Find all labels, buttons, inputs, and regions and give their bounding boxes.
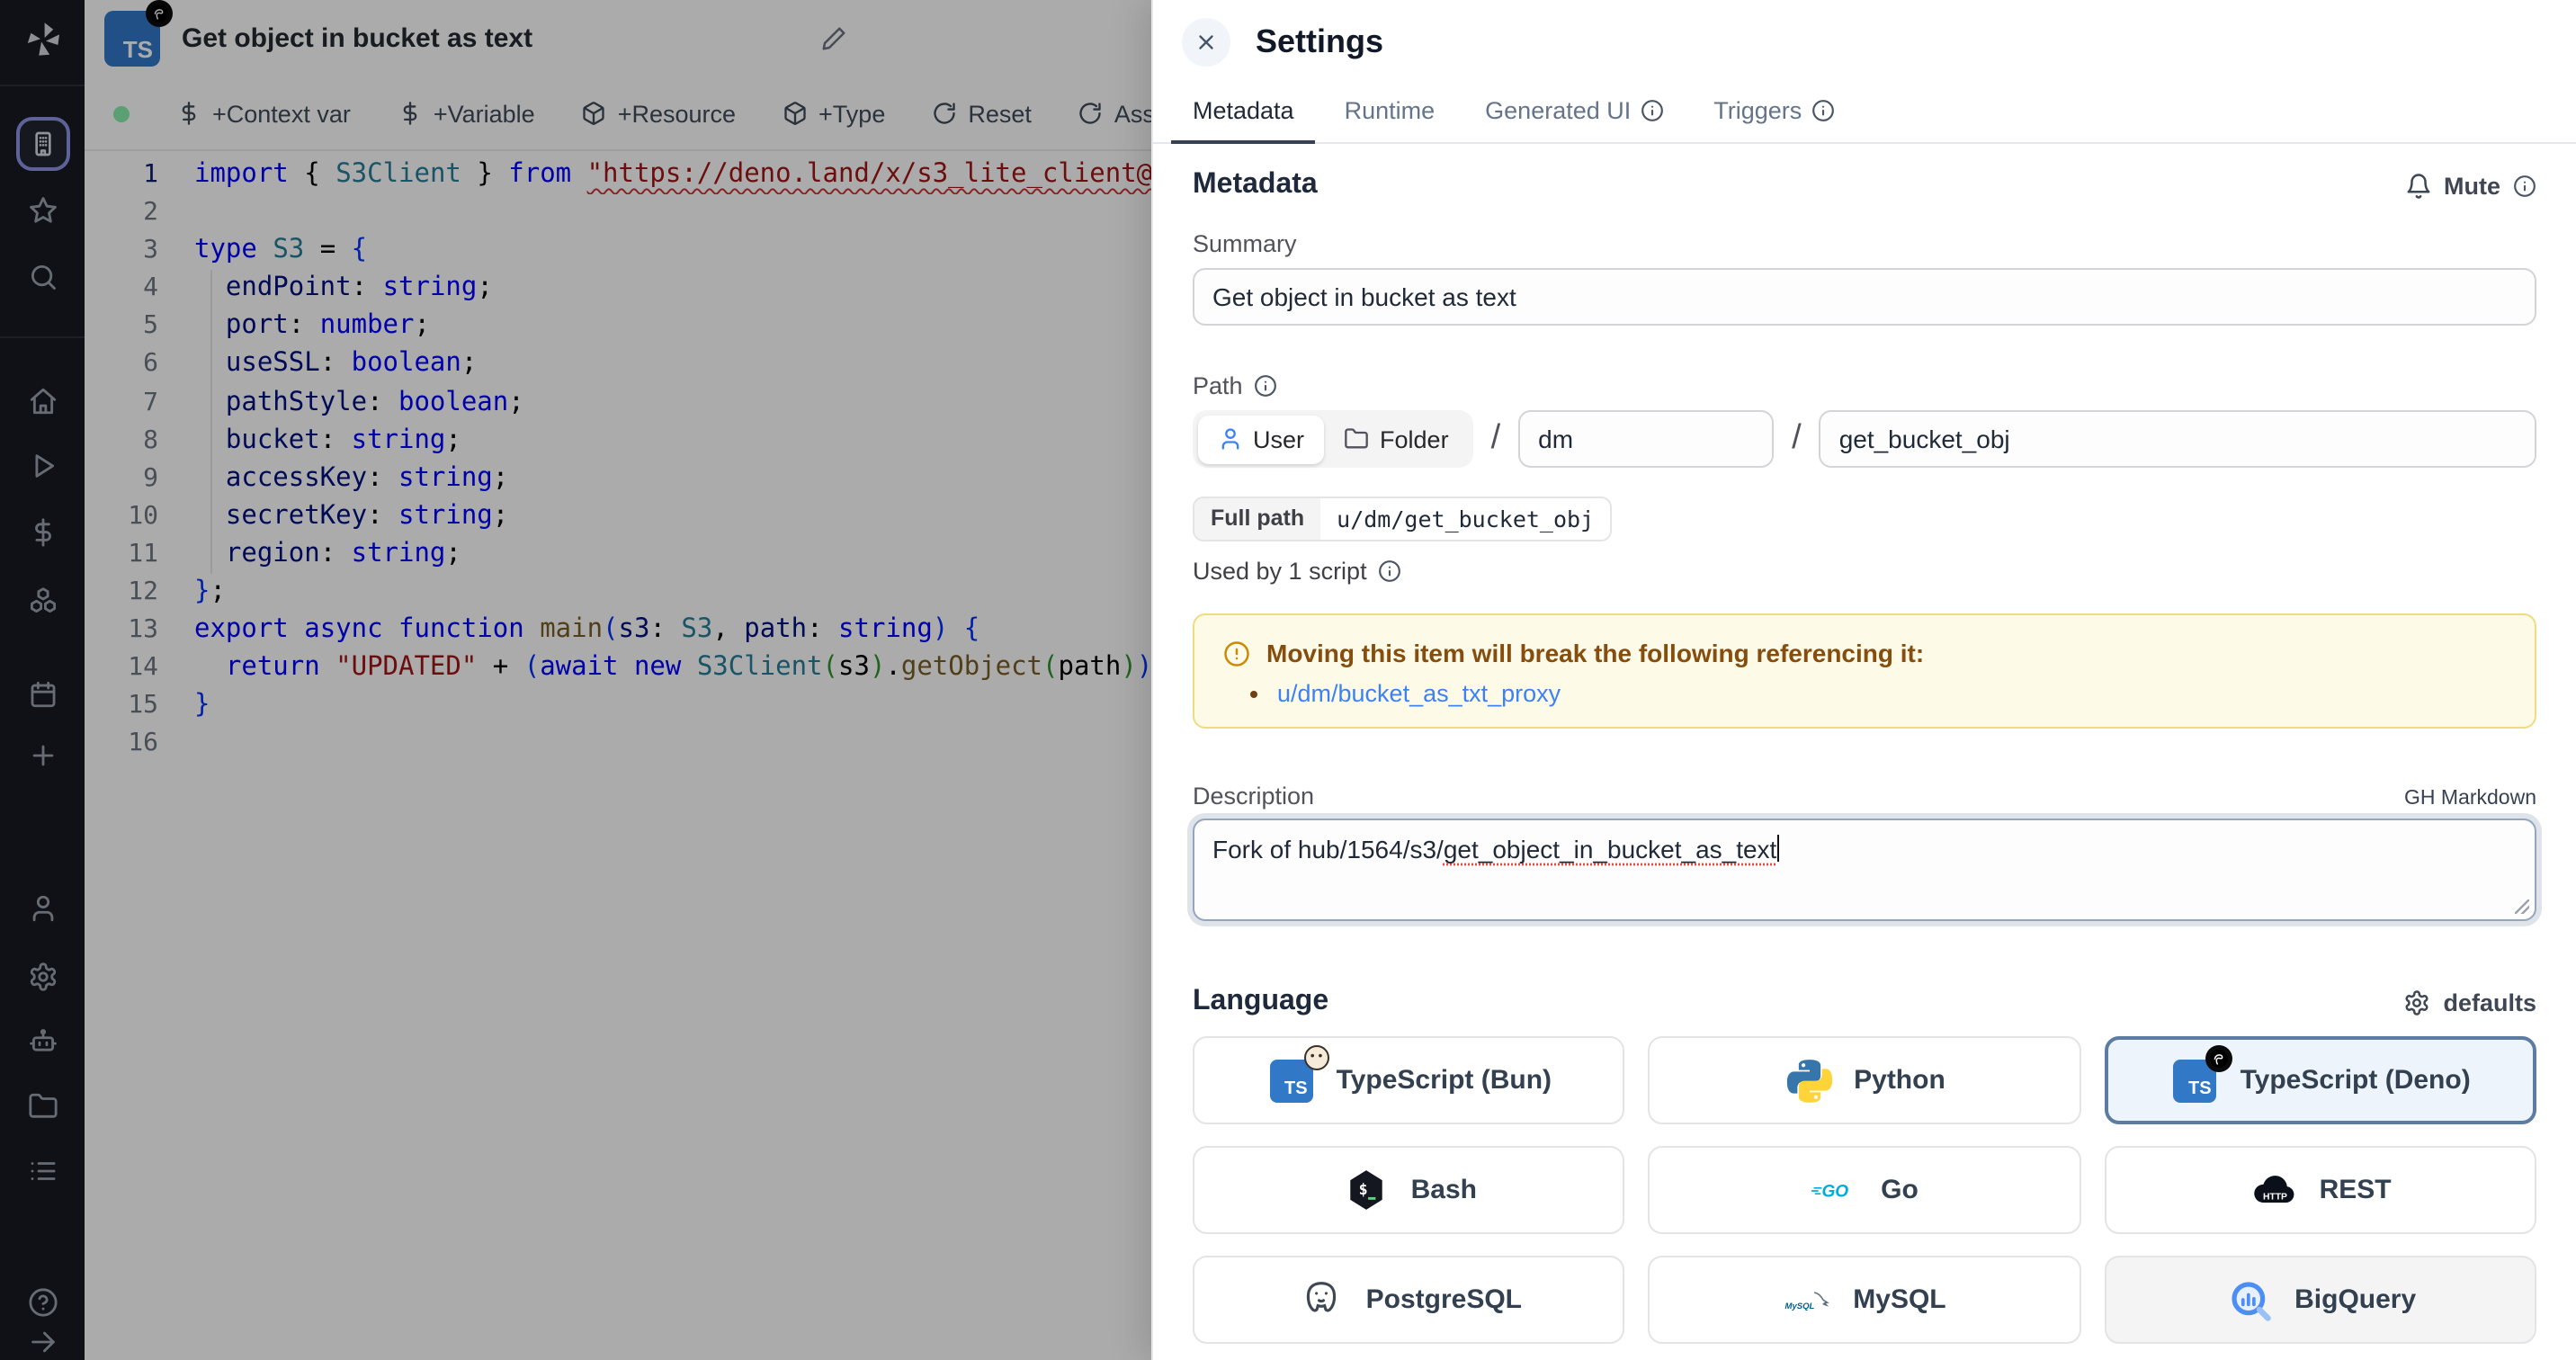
svg-text:$: $ [1358,1181,1367,1198]
tab-generated-ui[interactable]: Generated UI [1463,83,1685,144]
move-warning-banner: Moving this item will break the followin… [1193,613,2536,729]
svg-text:GO: GO [1821,1181,1848,1200]
bell-icon [2404,172,2431,199]
folder-icon [1344,426,1369,452]
language-card-rest[interactable]: HTTP REST [2104,1146,2536,1234]
summary-input[interactable] [1193,268,2536,326]
language-label: TypeScript (Bun) [1337,1065,1552,1096]
path-owner-input[interactable] [1518,410,1774,468]
summary-label: Summary [1193,230,2536,257]
go-icon: GO [1811,1165,1861,1215]
description-textarea[interactable]: Fork of hub/1564/s3/get_object_in_bucket… [1193,819,2536,921]
language-label: REST [2320,1175,2392,1205]
mute-button[interactable]: Mute [2404,172,2536,199]
used-by-text: Used by 1 script [1193,558,2536,585]
tab-label: Generated UI [1485,97,1631,124]
path-separator: / [1792,419,1802,459]
language-card-postgresql[interactable]: PostgreSQL [1193,1256,1625,1344]
gear-icon [2403,989,2430,1016]
path-label: Path [1193,372,1243,399]
bun-badge-icon: • • [1304,1044,1329,1069]
postgresql-icon [1296,1275,1346,1325]
drawer-backdrop[interactable] [0,0,1151,1360]
settings-body: Metadata Mute Summary Path [1153,144,2576,1358]
info-icon[interactable] [1254,374,1277,398]
text-caret [1776,835,1778,862]
settings-title: Settings [1256,22,1383,60]
warning-list-item: u/dm/bucket_as_txt_proxy [1277,680,2506,707]
language-label: Bash [1411,1175,1477,1205]
ts-deno-icon: TS [2170,1055,2221,1105]
info-icon[interactable] [2513,174,2536,197]
svg-text:MySQL: MySQL [1785,1301,1815,1311]
info-icon [1640,99,1663,122]
alert-circle-icon [1223,640,1250,667]
language-label: Go [1881,1175,1919,1205]
full-path-label: Full path [1194,498,1320,540]
tab-label: Triggers [1713,97,1802,124]
language-label: BigQuery [2294,1284,2416,1315]
user-icon [1217,426,1242,452]
info-icon [1811,99,1834,122]
textarea-resize-handle[interactable] [2515,899,2529,914]
path-owner-toggle: User Folder [1193,410,1473,468]
language-card-bigquery[interactable]: BigQuery [2104,1256,2536,1344]
settings-header: Settings [1153,0,2576,83]
settings-tabs: Metadata Runtime Generated UI Triggers [1153,83,2576,144]
close-settings-button[interactable] [1182,17,1230,66]
deno-badge-icon [2206,1044,2233,1071]
language-card-python[interactable]: Python [1649,1036,2081,1124]
warning-links-list: u/dm/bucket_as_txt_proxy [1277,680,2506,707]
full-path-badge: Full path u/dm/get_bucket_obj [1193,497,1612,541]
description-label: Description [1193,783,1314,810]
info-icon[interactable] [1378,559,1401,583]
language-label: Python [1854,1065,1945,1096]
tab-triggers[interactable]: Triggers [1692,83,1856,144]
misspelled-text: get_object_in_bucket_as_text [1444,835,1777,863]
language-label: MySQL [1853,1284,1945,1315]
language-defaults-button[interactable]: defaults [2403,989,2536,1016]
language-label: PostgreSQL [1366,1284,1522,1315]
mysql-icon: MySQL [1783,1275,1833,1325]
rest-icon: HTTP [2250,1165,2300,1215]
tab-label: Runtime [1345,97,1436,124]
settings-drawer: Settings Metadata Runtime Generated UI Trig… [1151,0,2576,1360]
language-card-mysql[interactable]: MySQL MySQL [1649,1256,2081,1344]
bigquery-icon [2224,1275,2275,1325]
referencing-script-link[interactable]: u/dm/bucket_as_txt_proxy [1277,680,1561,707]
tab-label: Metadata [1193,97,1294,124]
warning-title: Moving this item will break the followin… [1266,639,1924,667]
language-card-go[interactable]: GO Go [1649,1146,2081,1234]
language-card-typescript-bun-[interactable]: TS• • TypeScript (Bun) [1193,1036,1625,1124]
language-card-bash[interactable]: $ Bash [1193,1146,1625,1234]
language-label: TypeScript (Deno) [2241,1065,2471,1096]
metadata-heading: Metadata [1193,169,1318,201]
full-path-value: u/dm/get_bucket_obj [1320,498,1610,540]
language-heading: Language [1193,986,1328,1018]
bash-icon: $ [1341,1165,1391,1215]
path-name-input[interactable] [1820,410,2536,468]
owner-kind-user-button[interactable]: User [1197,415,1324,463]
owner-kind-folder-button[interactable]: Folder [1324,415,1469,463]
windmill-app: TS Get object in bucket as text +Context… [0,0,2576,1360]
language-grid: TS• • TypeScript (Bun) Python TS TypeScript … [1193,1036,2536,1344]
markdown-hint: GH Markdown [2404,788,2536,810]
language-card-typescript-deno-[interactable]: TS TypeScript (Deno) [2104,1036,2536,1124]
python-icon [1784,1055,1834,1105]
tab-metadata[interactable]: Metadata [1171,83,1316,144]
svg-text:HTTP: HTTP [2263,1192,2287,1202]
tab-runtime[interactable]: Runtime [1323,83,1457,144]
ts-bun-icon: TS• • [1266,1055,1317,1105]
path-separator: / [1491,419,1501,459]
